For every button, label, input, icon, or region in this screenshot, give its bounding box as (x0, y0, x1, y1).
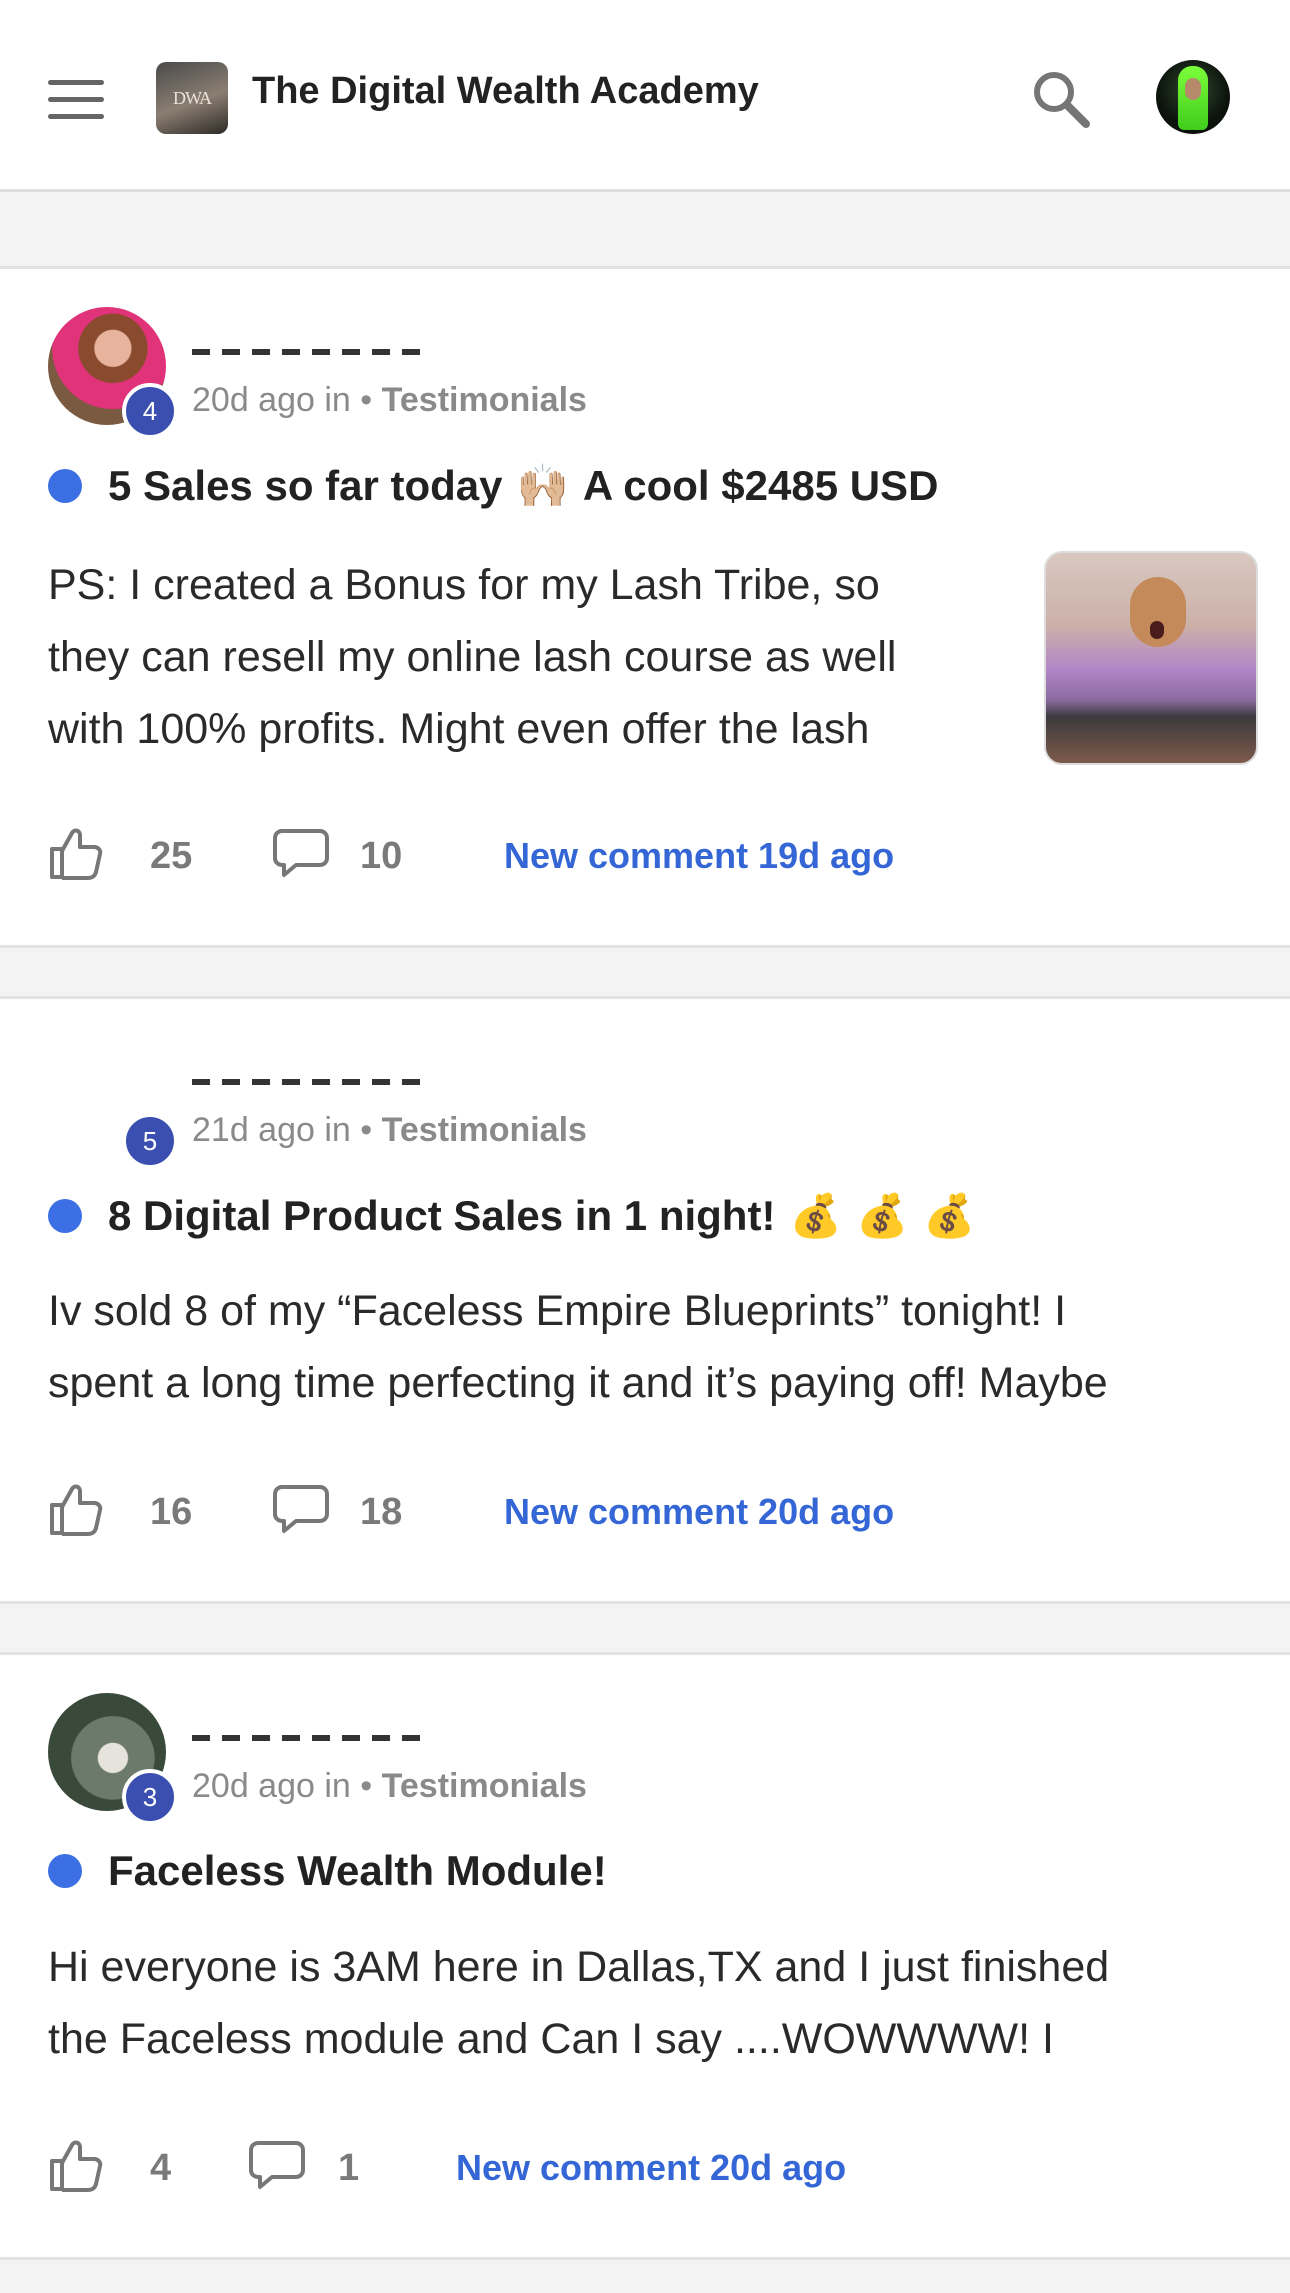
group-title[interactable]: The Digital Wealth Academy (252, 70, 759, 113)
meta-separator: • (360, 1767, 382, 1805)
post-time: 21d ago in (192, 1111, 351, 1149)
new-comment-link[interactable]: New comment 20d ago (504, 1491, 894, 1533)
post-body-line: Iv sold 8 of my “Faceless Empire Bluepri… (48, 1287, 1067, 1335)
author-name-redacted (192, 1059, 432, 1085)
post-card[interactable]: 3 20d ago in • Testimonials Faceless Wea… (0, 1652, 1290, 2260)
money-bag-emoji: 💰 💰 💰 (789, 1191, 976, 1240)
comment-count: 1 (338, 2147, 360, 2189)
community-feed-page: DWA The Digital Wealth Academy 4 20d ago… (0, 0, 1290, 2293)
comment-icon[interactable] (272, 827, 330, 879)
post-meta: 21d ago in • Testimonials (192, 1111, 587, 1150)
thumbs-up-icon[interactable] (48, 1481, 104, 1537)
hamburger-menu-icon[interactable] (48, 80, 106, 120)
group-logo[interactable]: DWA (156, 62, 228, 134)
post-title[interactable]: 8 Digital Product Sales in 1 night! 💰 💰 … (48, 1191, 976, 1241)
post-time: 20d ago in (192, 381, 351, 419)
post-card[interactable]: 5 21d ago in • Testimonials 8 Digital Pr… (0, 996, 1290, 1604)
post-title-text: 5 Sales so far today (108, 462, 503, 509)
post-title-suffix: A cool $2485 USD (582, 462, 939, 509)
post-actions: 16 18 New comment 20d ago (48, 1481, 1248, 1541)
post-title-text: 8 Digital Product Sales in 1 night! (108, 1192, 776, 1239)
like-count: 25 (150, 835, 193, 877)
post-body-preview[interactable]: PS: I created a Bonus for my Lash Tribe,… (48, 549, 896, 765)
post-category-link[interactable]: Testimonials (382, 1111, 587, 1149)
comment-icon[interactable] (272, 1483, 330, 1535)
like-count: 16 (150, 1491, 193, 1533)
post-title-text: Faceless Wealth Module! (108, 1847, 607, 1894)
comment-count: 18 (360, 1491, 403, 1533)
comment-icon[interactable] (248, 2139, 306, 2191)
meta-separator: • (360, 381, 382, 419)
author-name-redacted (192, 1715, 432, 1741)
author-name-redacted (192, 329, 432, 355)
new-comment-link[interactable]: New comment 19d ago (504, 835, 894, 877)
comment-count: 10 (360, 835, 403, 877)
author-avatar-wrap[interactable]: 5 (48, 1037, 178, 1169)
author-avatar-wrap[interactable]: 3 (48, 1693, 178, 1825)
new-comment-link[interactable]: New comment 20d ago (456, 2147, 846, 2189)
post-body-line: spent a long time perfecting it and it’s… (48, 1359, 1108, 1407)
post-title[interactable]: 5 Sales so far today 🙌🏼 A cool $2485 USD (48, 461, 938, 511)
like-count: 4 (150, 2147, 172, 2189)
unread-dot (48, 469, 82, 503)
post-meta: 20d ago in • Testimonials (192, 381, 587, 420)
post-category-link[interactable]: Testimonials (382, 381, 587, 419)
post-time: 20d ago in (192, 1767, 351, 1805)
level-badge: 4 (122, 383, 178, 439)
post-body-preview[interactable]: Iv sold 8 of my “Faceless Empire Bluepri… (48, 1275, 1108, 1419)
thumbs-up-icon[interactable] (48, 825, 104, 881)
author-avatar-wrap[interactable]: 4 (48, 307, 178, 439)
post-body-line: Hi everyone is 3AM here in Dallas,TX and… (48, 1943, 1110, 1991)
level-badge: 5 (122, 1113, 178, 1169)
thumbs-up-icon[interactable] (48, 2137, 104, 2193)
post-category-link[interactable]: Testimonials (382, 1767, 587, 1805)
post-body-line: PS: I created a Bonus for my Lash Tribe,… (48, 561, 880, 609)
level-badge: 3 (122, 1769, 178, 1825)
post-body-preview[interactable]: Hi everyone is 3AM here in Dallas,TX and… (48, 1931, 1109, 2075)
post-title[interactable]: Faceless Wealth Module! (48, 1847, 607, 1895)
post-actions: 25 10 New comment 19d ago (48, 825, 1248, 885)
top-app-bar: DWA The Digital Wealth Academy (0, 0, 1290, 192)
post-meta: 20d ago in • Testimonials (192, 1767, 587, 1806)
raising-hands-emoji: 🙌🏼 (516, 461, 569, 510)
search-icon[interactable] (1030, 68, 1092, 130)
group-logo-text: DWA (173, 87, 212, 108)
user-profile-avatar[interactable] (1156, 60, 1230, 134)
post-thumbnail-image[interactable] (1044, 551, 1258, 765)
unread-dot (48, 1854, 82, 1888)
post-body-line: they can resell my online lash course as… (48, 633, 897, 681)
post-body-line: with 100% profits. Might even offer the … (48, 705, 870, 753)
post-body-line: the Faceless module and Can I say ....WO… (48, 2015, 1054, 2063)
post-card[interactable]: 4 20d ago in • Testimonials 5 Sales so f… (0, 266, 1290, 948)
unread-dot (48, 1199, 82, 1233)
meta-separator: • (360, 1111, 382, 1149)
post-actions: 4 1 New comment 20d ago (48, 2137, 1248, 2197)
